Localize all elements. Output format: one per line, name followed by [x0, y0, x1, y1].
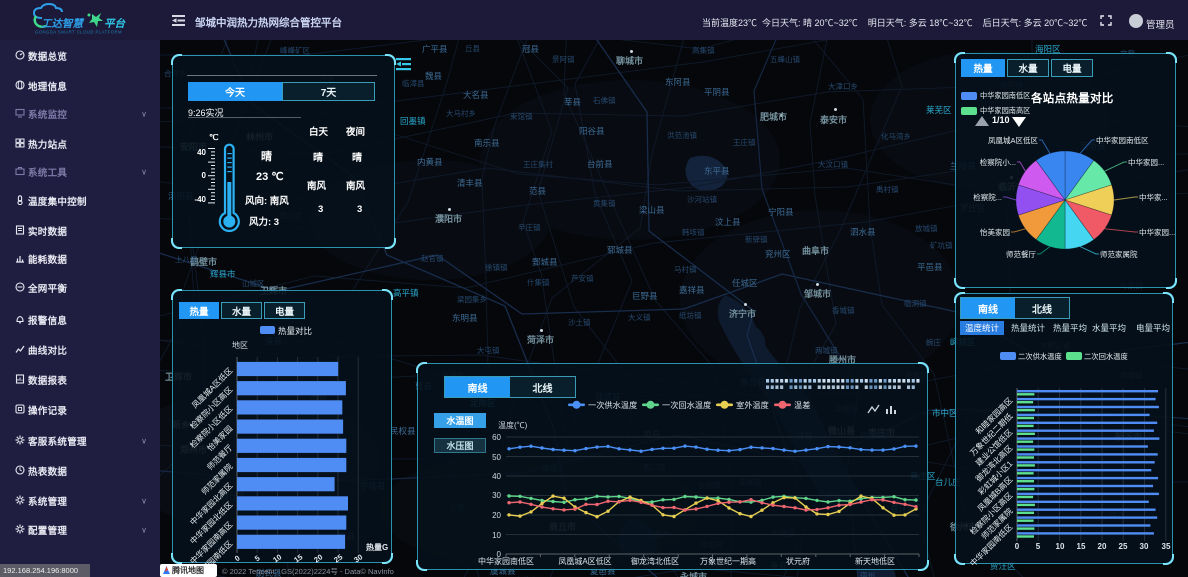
svg-text:0: 0: [202, 171, 207, 180]
svg-text:20: 20: [492, 511, 501, 520]
svg-text:-40: -40: [194, 195, 206, 204]
svg-text:检察院小...: 检察院小...: [980, 157, 1016, 167]
svg-text:25: 25: [1119, 542, 1128, 551]
svg-text:10: 10: [271, 552, 283, 564]
svg-text:0: 0: [233, 554, 242, 564]
svg-text:热量G: 热量G: [366, 542, 388, 552]
svg-text:GONGDA SMART CLOUD PLATFORM: GONGDA SMART CLOUD PLATFORM: [35, 30, 122, 35]
svg-text:御龙湾北低区: 御龙湾北低区: [631, 556, 679, 566]
svg-text:60: 60: [492, 433, 501, 442]
svg-text:10: 10: [1056, 542, 1065, 551]
svg-text:检察院...: 检察院...: [973, 192, 1002, 202]
svg-text:中华家园...: 中华家园...: [1128, 157, 1164, 167]
svg-text:20: 20: [1098, 542, 1107, 551]
svg-text:25: 25: [332, 552, 344, 564]
svg-text:10: 10: [492, 531, 501, 540]
svg-text:30: 30: [352, 552, 364, 564]
svg-text:5: 5: [1036, 542, 1041, 551]
svg-text:40: 40: [492, 472, 501, 481]
svg-text:40: 40: [197, 148, 206, 157]
svg-text:中华家...: 中华家...: [1139, 192, 1168, 202]
svg-text:35: 35: [1162, 542, 1171, 551]
svg-text:5: 5: [253, 554, 262, 564]
svg-text:50: 50: [492, 453, 501, 462]
svg-text:30: 30: [1140, 542, 1149, 551]
svg-text:中华家园南低区: 中华家园南低区: [1096, 135, 1149, 145]
svg-text:万象世纪一期高: 万象世纪一期高: [700, 556, 756, 566]
svg-text:师范餐厅: 师范餐厅: [1006, 249, 1036, 259]
svg-text:中华家园...: 中华家园...: [1139, 227, 1175, 237]
svg-text:凤凰城A区低区: 凤凰城A区低区: [988, 135, 1039, 145]
svg-text:30: 30: [492, 491, 501, 500]
svg-text:凤凰城A区低区: 凤凰城A区低区: [558, 556, 611, 566]
svg-text:15: 15: [292, 552, 304, 564]
svg-text:新天地低区: 新天地低区: [855, 556, 895, 566]
svg-text:状元府: 状元府: [786, 556, 810, 566]
svg-text:中华家园南低区: 中华家园南低区: [478, 556, 534, 566]
svg-text:15: 15: [1077, 542, 1086, 551]
svg-text:℃: ℃: [209, 134, 219, 142]
svg-text:工达智慧: 工达智慧: [41, 17, 84, 30]
svg-text:20: 20: [312, 552, 324, 564]
svg-text:0: 0: [1015, 542, 1020, 551]
svg-text:平台: 平台: [104, 17, 126, 30]
svg-text:师范家属院: 师范家属院: [1100, 249, 1138, 259]
svg-text:怡美家园: 怡美家园: [980, 227, 1010, 237]
